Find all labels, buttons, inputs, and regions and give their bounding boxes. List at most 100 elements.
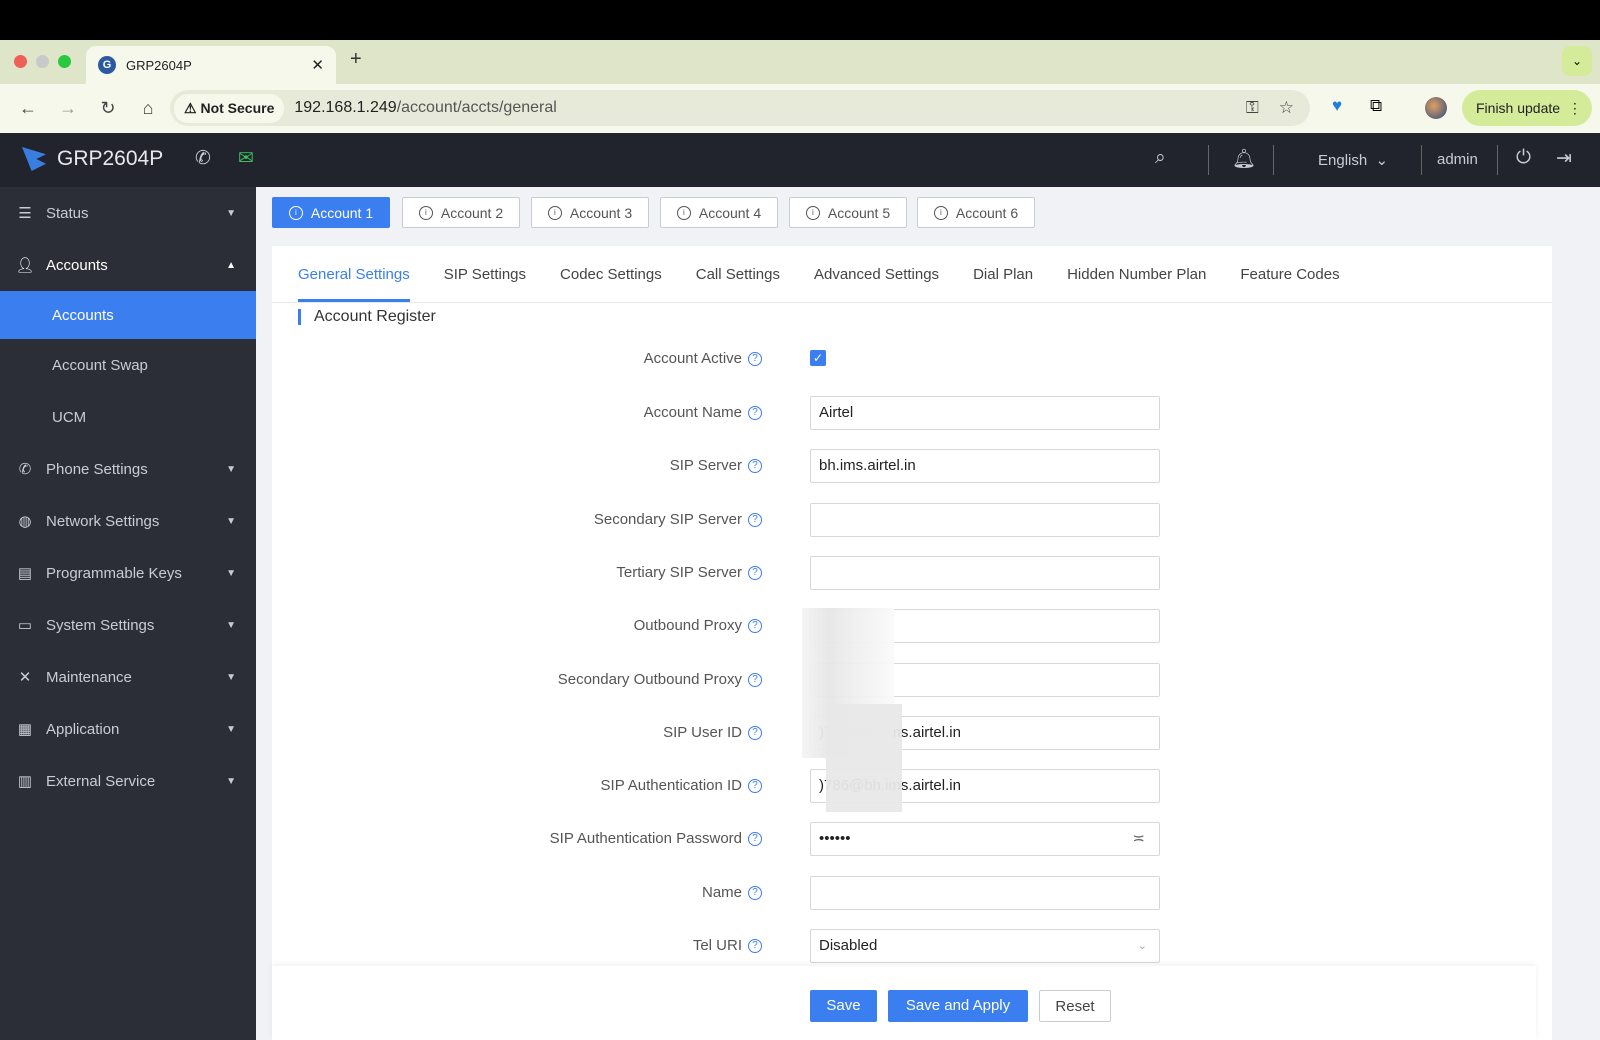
tab-account-5[interactable]: i Account 5 [789, 197, 907, 228]
chevron-down-icon: ▼ [226, 619, 236, 631]
help-icon[interactable]: ? [748, 459, 762, 474]
search-icon[interactable]: ⌕ [1155, 147, 1166, 169]
sidebar-item-phone-settings[interactable]: ✆ Phone Settings ▼ [0, 443, 256, 495]
tab-call-settings[interactable]: Call Settings [679, 246, 797, 302]
tab-account-6[interactable]: i Account 6 [917, 197, 1035, 228]
account-name-input[interactable]: Airtel [810, 396, 1160, 430]
sidebar-item-status[interactable]: ☰ Status ▼ [0, 187, 256, 239]
chevron-down-icon: ▼ [226, 207, 236, 219]
address-bar[interactable]: ⚠ Not Secure 192.168.1.249/account/accts… [170, 90, 1310, 126]
maximize-window-button[interactable] [58, 55, 71, 68]
app-header: GRP2604P ✆ ✉ ⌕ 🔔︎ English ⌄ admin ⏻ ⇥ [0, 133, 1600, 187]
help-icon[interactable]: ? [748, 779, 762, 794]
mail-icon[interactable]: ✉ [238, 147, 254, 170]
sidebar-item-accounts[interactable]: 👤︎ Accounts ▲ [0, 239, 256, 291]
field-label: Tel URI? [693, 937, 762, 954]
help-icon[interactable]: ? [748, 352, 762, 367]
tab-search-chevron-icon[interactable]: ⌄ [1562, 46, 1592, 76]
label-text: Secondary SIP Server [593, 510, 742, 528]
tab-dial-plan[interactable]: Dial Plan [956, 246, 1050, 302]
close-window-button[interactable] [14, 55, 27, 68]
finish-update-button[interactable]: Finish update ⋮ [1462, 90, 1592, 126]
user-icon: 👤︎ [15, 257, 35, 274]
user-name[interactable]: admin [1437, 151, 1478, 168]
password-key-icon[interactable]: ⚿ [1246, 98, 1259, 118]
toggle-password-visibility-icon[interactable]: ≍ [1132, 823, 1145, 855]
sidebar-subitem-accounts[interactable]: Accounts [0, 291, 256, 339]
help-icon[interactable]: ? [748, 672, 762, 687]
tab-account-1[interactable]: i Account 1 [272, 197, 390, 228]
tab-account-2[interactable]: i Account 2 [402, 197, 520, 228]
url-path: /account/accts/general [396, 99, 557, 116]
sip-authentication-password-input[interactable]: •••••• ≍ [810, 822, 1160, 857]
new-tab-icon[interactable]: + [350, 48, 362, 71]
bookmark-star-icon[interactable]: ☆ [1279, 98, 1294, 118]
tel-uri-select[interactable]: Disabled ⌄ [810, 929, 1160, 963]
sidebar-item-maintenance[interactable]: ✕ Maintenance ▼ [0, 651, 256, 703]
label-text: SIP Server [669, 457, 742, 475]
help-icon[interactable]: ? [748, 832, 762, 847]
name-input[interactable] [810, 875, 1160, 910]
help-icon[interactable]: ? [748, 619, 762, 634]
profile-avatar[interactable] [1425, 97, 1447, 119]
bell-icon[interactable]: 🔔︎ [1232, 147, 1256, 171]
help-icon[interactable]: ? [748, 565, 762, 580]
extensions-puzzle-icon[interactable]: ⧉ [1370, 96, 1382, 116]
screen-top-bar [0, 0, 1600, 40]
grid-icon: ▦ [17, 721, 33, 738]
save-button[interactable]: Save [810, 990, 877, 1022]
close-tab-icon[interactable]: ✕ [311, 56, 324, 74]
extension-heart-icon[interactable]: ♥ [1332, 96, 1342, 116]
sip-server-input[interactable]: bh.ims.airtel.in [810, 449, 1160, 484]
sidebar-item-network-settings[interactable]: ◍ Network Settings ▼ [0, 495, 256, 547]
sidebar-item-external-service[interactable]: ▥ External Service ▼ [0, 755, 256, 807]
tab-hidden-number-plan[interactable]: Hidden Number Plan [1050, 246, 1223, 302]
back-icon[interactable]: ← [16, 98, 40, 119]
reload-icon[interactable]: ↻ [96, 98, 120, 119]
url-text[interactable]: 192.168.1.249/account/accts/general [294, 99, 556, 117]
language-select[interactable]: English ⌄ [1318, 151, 1388, 169]
sidebar-item-system-settings[interactable]: ▭ System Settings ▼ [0, 599, 256, 651]
sidebar-item-application[interactable]: ▦ Application ▼ [0, 703, 256, 755]
minimize-window-button[interactable] [36, 55, 49, 68]
logout-icon[interactable]: ⇥ [1556, 147, 1572, 170]
sidebar-item-programmable-keys[interactable]: ▤ Programmable Keys ▼ [0, 547, 256, 599]
account-name-row: Account Name? Airtel [272, 396, 1172, 430]
browser-tab[interactable]: G GRP2604P ✕ [86, 46, 336, 84]
tab-sip-settings[interactable]: SIP Settings [427, 246, 543, 302]
tab-title: GRP2604P [126, 57, 192, 73]
account-icon: i [676, 205, 691, 220]
divider [1421, 145, 1422, 175]
field-value: •••••• [819, 830, 851, 848]
help-icon[interactable]: ? [748, 406, 762, 421]
chevron-down-icon: ▼ [226, 671, 236, 683]
reset-button[interactable]: Reset [1039, 990, 1111, 1022]
secondary-sip-server-input[interactable] [810, 502, 1160, 537]
power-icon[interactable]: ⏻ [1516, 147, 1531, 169]
help-icon[interactable]: ? [748, 725, 762, 740]
tab-account-3[interactable]: i Account 3 [531, 197, 649, 228]
not-secure-badge[interactable]: ⚠ Not Secure [174, 93, 285, 123]
settings-tabs: General Settings SIP Settings Codec Sett… [272, 246, 1552, 303]
forward-icon[interactable]: → [56, 98, 80, 119]
help-icon[interactable]: ? [748, 939, 762, 954]
sidebar-subitem-account-swap[interactable]: Account Swap [0, 339, 256, 391]
tab-account-4[interactable]: i Account 4 [660, 197, 778, 228]
account-icon: i [805, 205, 820, 220]
tab-advanced-settings[interactable]: Advanced Settings [797, 246, 956, 302]
tab-general-settings[interactable]: General Settings [298, 246, 427, 302]
phone-icon: ✆ [18, 461, 32, 478]
sidebar-subitem-ucm[interactable]: UCM [0, 391, 256, 443]
tertiary-sip-server-input[interactable] [810, 555, 1160, 590]
field-label: SIP Authentication ID? [601, 777, 762, 794]
tab-codec-settings[interactable]: Codec Settings [543, 246, 679, 302]
save-and-apply-button[interactable]: Save and Apply [888, 990, 1028, 1022]
help-icon[interactable]: ? [748, 512, 762, 527]
help-icon[interactable]: ? [748, 885, 762, 900]
tab-feature-codes[interactable]: Feature Codes [1223, 246, 1356, 302]
phone-icon[interactable]: ✆ [195, 147, 211, 170]
home-icon[interactable]: ⌂ [136, 98, 160, 119]
account-active-checkbox[interactable]: ✓ [810, 350, 826, 366]
settings-panel: General Settings SIP Settings Codec Sett… [272, 246, 1552, 1040]
outbound-proxy-row: Outbound Proxy? [272, 609, 1172, 644]
